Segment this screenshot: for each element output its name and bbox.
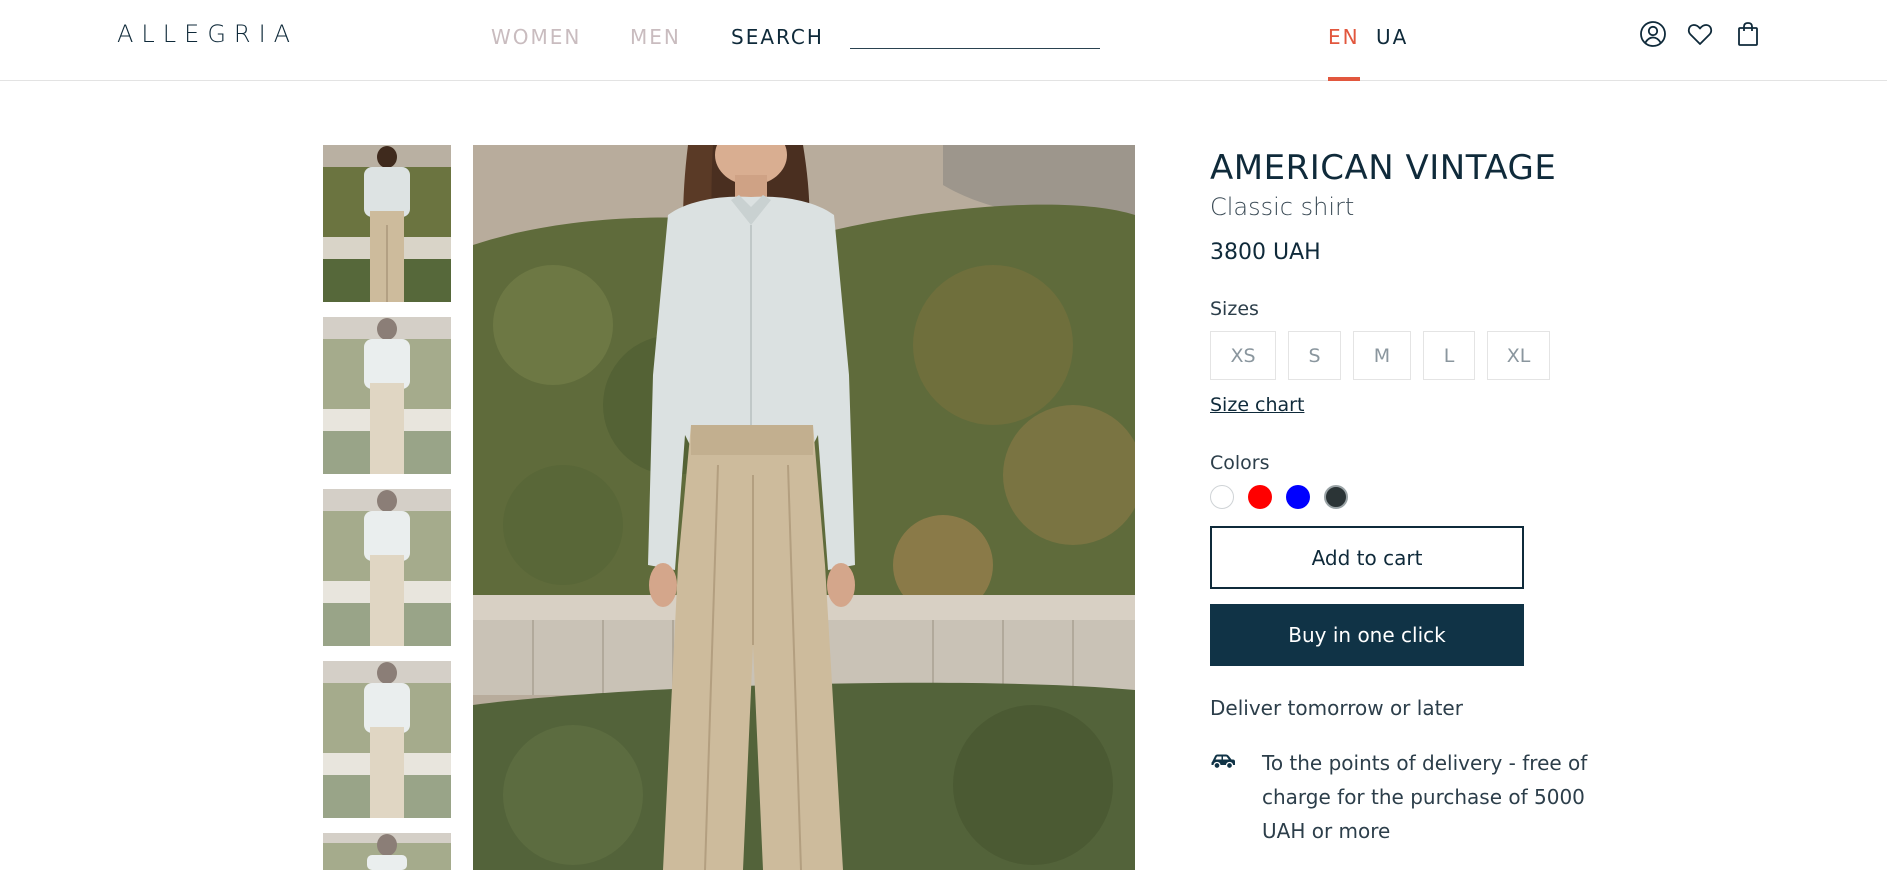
product-thumbnail[interactable] — [323, 833, 451, 870]
nav-men[interactable]: MEN — [630, 25, 681, 49]
product-thumbnail[interactable] — [323, 145, 451, 302]
buy-one-click-button[interactable]: Buy in one click — [1210, 604, 1524, 666]
size-option-l[interactable]: L — [1423, 331, 1475, 380]
color-swatch-white[interactable] — [1210, 485, 1234, 509]
nav-search[interactable]: SEARCH — [731, 25, 824, 49]
sizes-label: Sizes — [1210, 298, 1259, 320]
site-logo[interactable]: ALLEGRIA — [117, 20, 298, 48]
search-input[interactable] — [850, 24, 1100, 49]
delivery-heading: Deliver tomorrow or later — [1210, 696, 1463, 720]
color-swatch-red[interactable] — [1248, 485, 1272, 509]
shopping-bag-icon[interactable] — [1734, 20, 1762, 48]
size-option-xl[interactable]: XL — [1487, 331, 1550, 380]
product-thumbnail[interactable] — [323, 489, 451, 646]
active-language-indicator — [1328, 77, 1360, 81]
site-header: ALLEGRIA WOMEN MEN SEARCH EN UA — [0, 0, 1887, 81]
size-option-xs[interactable]: XS — [1210, 331, 1276, 380]
size-option-s[interactable]: S — [1288, 331, 1341, 380]
product-brand: AMERICAN VINTAGE — [1210, 148, 1557, 188]
product-thumbnail[interactable] — [323, 661, 451, 818]
delivery-option-text: To the points of delivery - free of char… — [1262, 751, 1588, 843]
language-ua[interactable]: UA — [1376, 25, 1408, 49]
colors-label: Colors — [1210, 452, 1270, 474]
user-icon[interactable] — [1639, 20, 1667, 48]
car-icon — [1210, 753, 1236, 770]
product-name: Classic shirt — [1210, 193, 1355, 221]
product-thumbnail[interactable] — [323, 317, 451, 474]
color-swatch-blue[interactable] — [1286, 485, 1310, 509]
size-option-m[interactable]: M — [1353, 331, 1411, 380]
color-swatch-dark-gray[interactable] — [1324, 485, 1348, 509]
main-product-image[interactable] — [473, 145, 1135, 870]
language-en[interactable]: EN — [1328, 25, 1360, 49]
heart-icon[interactable] — [1686, 20, 1714, 48]
nav-women[interactable]: WOMEN — [491, 25, 581, 49]
size-chart-link[interactable]: Size chart — [1210, 394, 1304, 416]
add-to-cart-button[interactable]: Add to cart — [1210, 526, 1524, 589]
product-price: 3800 UAH — [1210, 240, 1321, 265]
